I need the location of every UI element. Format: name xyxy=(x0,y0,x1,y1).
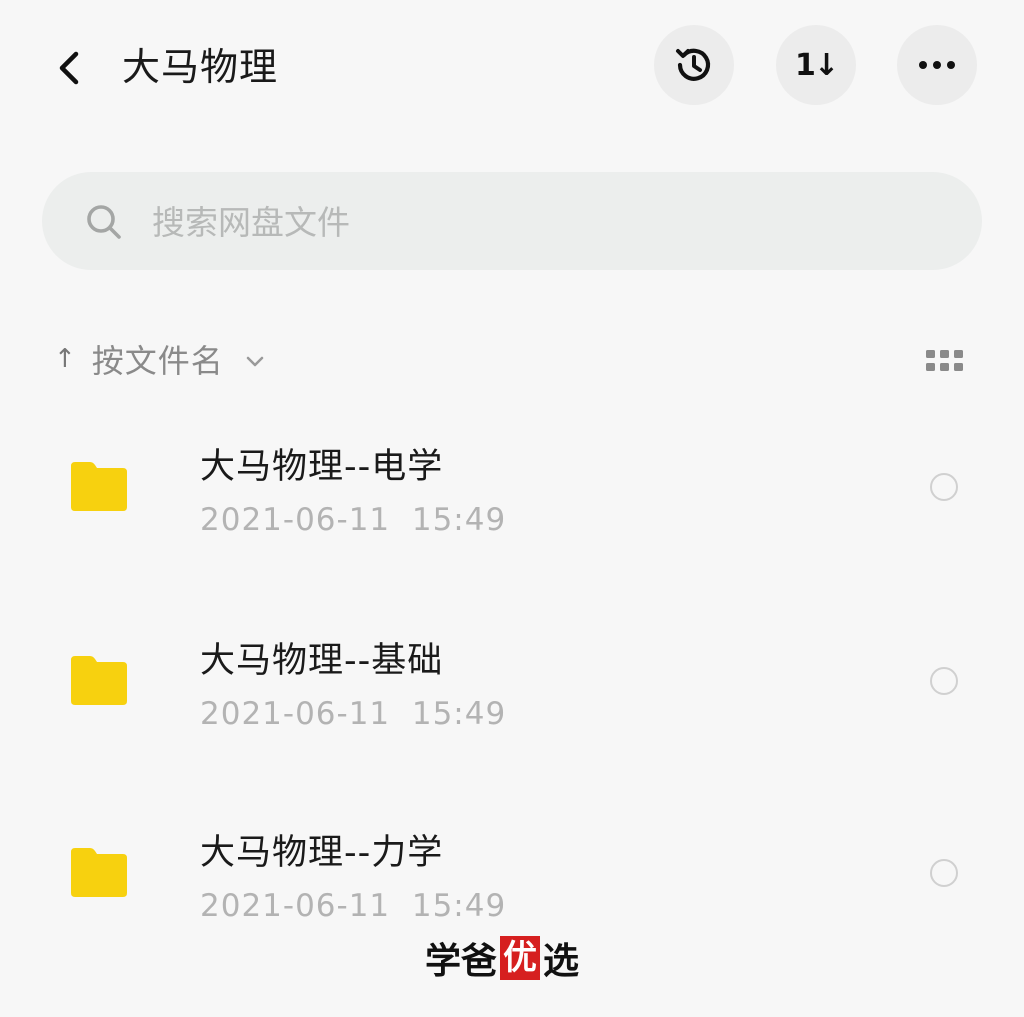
search-bar[interactable] xyxy=(42,172,982,270)
folder-icon xyxy=(71,462,127,511)
sort-label: 按文件名 xyxy=(91,342,224,380)
watermark-seal: 优 xyxy=(500,936,541,980)
chevron-down-icon xyxy=(246,356,264,367)
more-icon xyxy=(919,61,955,69)
history-icon xyxy=(676,48,711,81)
select-radio[interactable] xyxy=(930,667,958,695)
folder-icon xyxy=(71,848,127,897)
file-name: 大马物理--基础 xyxy=(200,641,444,681)
select-radio[interactable] xyxy=(930,473,958,501)
file-name: 大马物理--力学 xyxy=(200,833,444,873)
sort-icon: 1↓ xyxy=(794,47,839,83)
file-name: 大马物理--电学 xyxy=(200,447,444,487)
select-radio[interactable] xyxy=(930,859,958,887)
search-input[interactable] xyxy=(150,194,934,250)
sort-selector[interactable]: ↑ 按文件名 xyxy=(54,332,264,386)
watermark-text: 学爸 xyxy=(425,941,498,982)
page-title: 大马物理 xyxy=(122,45,279,89)
folder-icon xyxy=(71,656,127,705)
file-row[interactable]: 大马物理--电学 2021-06-11 15:49 xyxy=(0,410,1024,570)
file-date: 2021-06-11 15:49 xyxy=(200,696,507,732)
grid-view-icon[interactable] xyxy=(925,348,965,374)
sort-button[interactable]: 1↓ xyxy=(776,25,856,105)
file-date: 2021-06-11 15:49 xyxy=(200,888,507,924)
more-button[interactable] xyxy=(897,25,977,105)
back-button[interactable] xyxy=(48,46,88,90)
watermark: 学爸 优 选 xyxy=(425,932,579,984)
watermark-text-end: 选 xyxy=(543,941,580,982)
file-date: 2021-06-11 15:49 xyxy=(200,502,507,538)
chevron-left-icon xyxy=(59,51,79,85)
search-icon xyxy=(87,205,121,239)
history-button[interactable] xyxy=(654,25,734,105)
file-row[interactable]: 大马物理--基础 2021-06-11 15:49 xyxy=(0,604,1024,764)
sort-direction-icon: ↑ xyxy=(54,344,76,374)
top-bar: 大马物理 1↓ xyxy=(0,0,1024,135)
